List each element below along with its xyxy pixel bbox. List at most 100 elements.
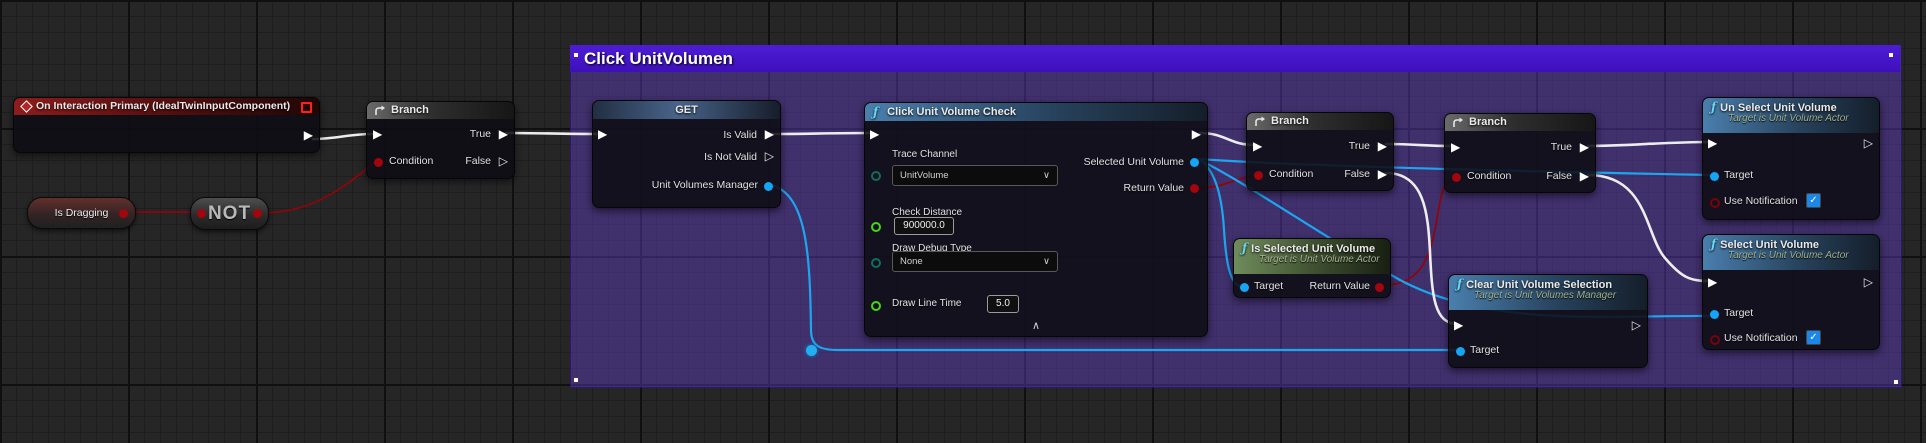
trace-channel-dropdown[interactable]: UnitVolume ∨ — [892, 165, 1058, 186]
select-header: ƒSelect Unit Volume Target is Unit Volum… — [1703, 235, 1879, 270]
unit-volumes-manager-label: Unit Volumes Manager — [652, 179, 758, 191]
comment-title: Click UnitVolumen — [584, 49, 733, 68]
not-in-pin[interactable] — [197, 209, 206, 218]
exec-in-pin[interactable]: ▶ — [1454, 319, 1463, 331]
is-selected-unit-volume-node[interactable]: ƒIs Selected Unit Volume Target is Unit … — [1233, 238, 1391, 298]
exec-in-pin[interactable]: ▶ — [1253, 140, 1262, 152]
exec-in-pin[interactable]: ▶ — [373, 128, 382, 140]
dropdown-chevron-icon: ∨ — [1043, 170, 1050, 181]
unselect-subtitle: Target is Unit Volume Actor — [1728, 113, 1871, 124]
exec-out-pin[interactable]: ▷ — [1864, 276, 1873, 288]
not-out-pin[interactable] — [253, 209, 262, 218]
selected-unit-volume-pin[interactable] — [1190, 158, 1199, 167]
branch-icon — [375, 105, 386, 116]
function-icon: ƒ — [1711, 237, 1716, 251]
condition-label: Condition — [1467, 170, 1511, 182]
branch-icon — [1453, 117, 1464, 128]
click-unit-volume-check-node[interactable]: ƒ Click Unit Volume Check ▶ ▶ Selected U… — [864, 102, 1208, 337]
draw-debug-type-dropdown[interactable]: None ∨ — [892, 251, 1058, 272]
click-check-header: ƒ Click Unit Volume Check — [865, 103, 1207, 121]
branch-node-2[interactable]: Branch ▶ Condition True ▶ False ▶ — [1246, 112, 1394, 191]
comment-box-header[interactable]: Click UnitVolumen — [570, 45, 1900, 72]
use-notification-pin[interactable] — [1710, 335, 1720, 345]
exec-out-pin[interactable]: ▶ — [1192, 128, 1201, 140]
not-operator-node[interactable]: NOT — [190, 197, 269, 230]
exec-in-pin[interactable]: ▶ — [870, 128, 879, 140]
click-check-title: Click Unit Volume Check — [887, 103, 1016, 121]
unit-volumes-manager-pin[interactable] — [764, 182, 773, 191]
clear-selection-header: ƒClear Unit Volume Selection Target is U… — [1449, 275, 1647, 310]
condition-label: Condition — [1269, 168, 1313, 180]
is-not-valid-exec-pin[interactable]: ▷ — [765, 150, 774, 162]
true-exec-pin[interactable]: ▶ — [1378, 140, 1387, 152]
branch-title: Branch — [391, 102, 429, 119]
false-exec-pin[interactable]: ▶ — [1580, 170, 1589, 182]
is-valid-exec-pin[interactable]: ▶ — [765, 128, 774, 140]
target-pin[interactable] — [1710, 310, 1719, 319]
event-node-on-interaction-primary[interactable]: On Interaction Primary (IdealTwinInputCo… — [13, 97, 320, 153]
branch-node-1[interactable]: Branch ▶ Condition True ▶ False ▷ — [366, 101, 515, 179]
use-notification-checkbox[interactable]: ✓ — [1806, 193, 1821, 208]
exec-in-pin[interactable]: ▶ — [1708, 137, 1717, 149]
collapse-chevron-icon[interactable]: ∧ — [1032, 319, 1040, 332]
is-dragging-out-pin[interactable] — [119, 209, 128, 218]
comment-resize-handle[interactable] — [574, 53, 578, 57]
clear-unit-volume-selection-node[interactable]: ƒClear Unit Volume Selection Target is U… — [1448, 274, 1648, 368]
branch-icon — [1255, 116, 1266, 127]
false-exec-pin[interactable]: ▷ — [499, 155, 508, 167]
branch-title: Branch — [1469, 114, 1507, 131]
target-pin[interactable] — [1240, 283, 1249, 292]
function-icon: ƒ — [1711, 100, 1716, 114]
use-notification-label: Use Notification — [1724, 195, 1798, 207]
return-value-pin[interactable] — [1190, 184, 1199, 193]
variable-node-is-dragging[interactable]: Is Dragging — [27, 197, 136, 229]
use-notification-pin[interactable] — [1710, 198, 1720, 208]
check-distance-input[interactable]: 900000.0 — [894, 217, 954, 235]
return-value-pin[interactable] — [1375, 283, 1384, 292]
selected-unit-volume-label: Selected Unit Volume — [1084, 156, 1184, 168]
false-label: False — [465, 155, 491, 167]
branch-header: Branch — [1445, 114, 1595, 131]
select-unit-volume-node[interactable]: ƒSelect Unit Volume Target is Unit Volum… — [1702, 234, 1880, 350]
wire-not-to-branch-condition — [260, 163, 374, 213]
condition-pin[interactable] — [374, 158, 383, 167]
wire-branch3-true-to-unselect — [1588, 142, 1710, 146]
unselect-unit-volume-node[interactable]: ƒUn Select Unit Volume Target is Unit Vo… — [1702, 97, 1880, 220]
condition-label: Condition — [389, 155, 433, 167]
trace-channel-pin[interactable] — [871, 171, 881, 181]
exec-out-pin[interactable]: ▷ — [1864, 137, 1873, 149]
target-pin[interactable] — [1456, 347, 1465, 356]
select-subtitle: Target is Unit Volume Actor — [1728, 250, 1871, 261]
exec-out-pin[interactable]: ▶ — [304, 129, 313, 141]
use-notification-checkbox[interactable]: ✓ — [1806, 330, 1821, 345]
exec-in-pin[interactable]: ▶ — [1708, 276, 1717, 288]
exec-out-pin[interactable]: ▷ — [1632, 319, 1641, 331]
true-label: True — [470, 128, 491, 140]
reroute-node[interactable] — [806, 345, 817, 356]
is-selected-subtitle: Target is Unit Volume Actor — [1259, 254, 1382, 265]
draw-line-time-input[interactable]: 5.0 — [987, 295, 1019, 313]
branch-node-3[interactable]: Branch ▶ Condition True ▶ False ▶ — [1444, 113, 1596, 193]
condition-pin[interactable] — [1452, 173, 1461, 182]
exec-in-pin[interactable]: ▶ — [598, 128, 607, 140]
target-pin[interactable] — [1710, 172, 1719, 181]
target-label: Target — [1470, 344, 1499, 356]
function-icon: ƒ — [1242, 241, 1247, 255]
false-exec-pin[interactable]: ▶ — [1378, 168, 1387, 180]
is-not-valid-label: Is Not Valid — [704, 151, 757, 163]
delegate-pin[interactable] — [301, 102, 312, 113]
is-valid-label: Is Valid — [723, 129, 757, 141]
draw-line-time-pin[interactable] — [871, 301, 881, 311]
get-node[interactable]: GET ▶ Is Valid ▶ Is Not Valid ▷ Unit Vol… — [592, 100, 781, 208]
event-node-title: On Interaction Primary (IdealTwinInputCo… — [36, 98, 290, 115]
true-exec-pin[interactable]: ▶ — [1580, 141, 1589, 153]
event-icon — [20, 100, 33, 113]
draw-debug-type-pin[interactable] — [871, 258, 881, 268]
check-distance-pin[interactable] — [871, 222, 881, 232]
true-exec-pin[interactable]: ▶ — [499, 128, 508, 140]
condition-pin[interactable] — [1254, 171, 1263, 180]
comment-resize-handle[interactable] — [1889, 53, 1893, 57]
comment-resize-handle[interactable] — [1894, 380, 1898, 384]
comment-resize-handle[interactable] — [574, 378, 578, 382]
exec-in-pin[interactable]: ▶ — [1451, 141, 1460, 153]
